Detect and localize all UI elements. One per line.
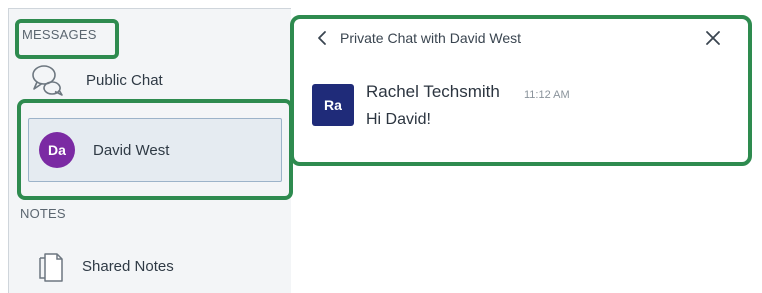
user-item-david-west[interactable]: Da David West bbox=[28, 118, 282, 182]
user-name-label: David West bbox=[93, 141, 170, 159]
message-text: Hi David! bbox=[366, 111, 431, 128]
chat-bubbles-icon bbox=[32, 65, 63, 96]
message-timestamp: 11:12 AM bbox=[524, 89, 570, 101]
user-avatar: Da bbox=[39, 132, 75, 168]
chat-title: Private Chat with David West bbox=[340, 30, 522, 46]
document-icon bbox=[39, 253, 63, 282]
messages-section-label: MESSAGES bbox=[22, 27, 97, 42]
notes-section-label: NOTES bbox=[20, 206, 66, 221]
shared-notes-label: Shared Notes bbox=[82, 257, 174, 275]
chat-header[interactable]: Private Chat with David West bbox=[316, 30, 521, 46]
public-chat-item[interactable]: Public Chat bbox=[30, 60, 163, 100]
screenshot-frame: MESSAGES Public Chat Da David West NOTES… bbox=[0, 0, 762, 293]
close-icon[interactable] bbox=[705, 30, 721, 46]
message-sender-name: Rachel Techsmith bbox=[366, 82, 500, 101]
message-sender-avatar: Ra bbox=[312, 84, 354, 126]
public-chat-label: Public Chat bbox=[86, 71, 163, 89]
shared-notes-item[interactable]: Shared Notes bbox=[36, 244, 174, 288]
chevron-left-icon[interactable] bbox=[316, 30, 328, 46]
private-chat-panel: Private Chat with David West Ra Rachel T… bbox=[292, 16, 751, 164]
